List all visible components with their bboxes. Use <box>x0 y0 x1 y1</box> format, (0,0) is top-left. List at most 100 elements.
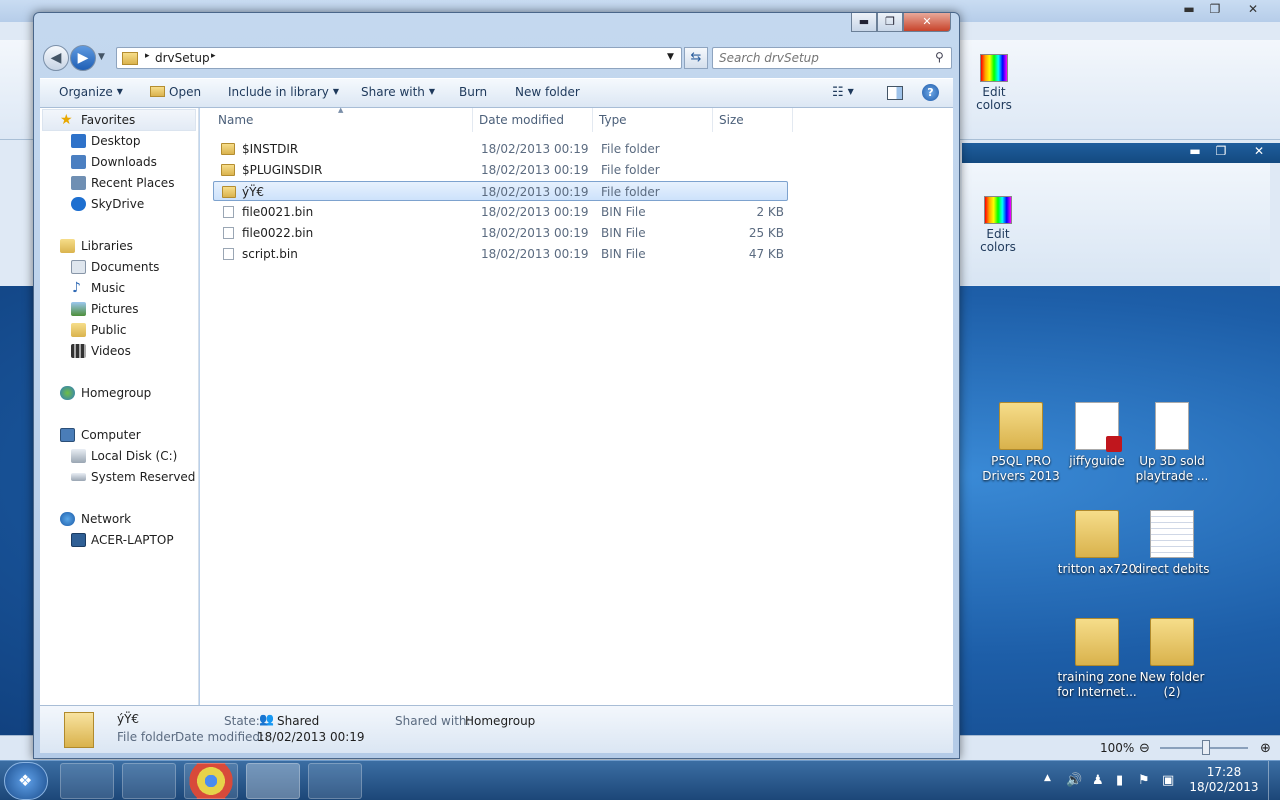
paint-maximize-button[interactable]: ❐ <box>1204 2 1226 18</box>
nav-pictures[interactable]: Pictures <box>40 299 198 319</box>
address-bar[interactable]: ▸ drvSetup ▸ ▼ <box>116 47 682 69</box>
file-row[interactable]: file0022.bin 18/02/2013 00:19 BIN File 2… <box>213 223 788 243</box>
paint-close-button[interactable]: ✕ <box>1242 2 1264 18</box>
chevron-down-icon: ▼ <box>847 87 854 96</box>
start-button[interactable]: ❖ <box>4 762 48 800</box>
clock[interactable]: 17:28 18/02/2013 <box>1186 765 1262 795</box>
file-list: Name ▲ Date modified Type Size $INSTDIR … <box>200 106 953 705</box>
organize-button[interactable]: Organize ▼ <box>59 85 123 99</box>
file-row[interactable]: $PLUGINSDIR 18/02/2013 00:19 File folder <box>213 160 788 180</box>
column-header-type[interactable]: Type <box>593 108 713 132</box>
desktop-icon[interactable]: New folder (2) <box>1132 618 1212 700</box>
pdf-icon <box>1075 402 1122 452</box>
breadcrumb-separator[interactable]: ▸ <box>211 51 216 61</box>
action-center-flag-icon[interactable]: ⚑ <box>1138 773 1150 788</box>
search-box[interactable]: ⚲ <box>712 47 952 69</box>
power-icon[interactable]: ▣ <box>1162 773 1174 788</box>
zoom-out-button[interactable]: ⊖ <box>1139 741 1150 756</box>
desktop-icon[interactable]: Up 3D sold playtrade ... <box>1132 402 1212 484</box>
zoom-in-button[interactable]: ⊕ <box>1260 741 1271 756</box>
new-folder-button[interactable]: New folder <box>515 85 580 99</box>
folder-icon <box>1075 618 1119 666</box>
nav-downloads[interactable]: Downloads <box>40 152 198 172</box>
zoom-slider-thumb[interactable] <box>1202 740 1210 755</box>
folder-icon <box>221 164 235 176</box>
address-dropdown[interactable]: ▼ <box>667 52 674 62</box>
desktop-icon[interactable]: training zone for Internet... <box>1057 618 1137 700</box>
breadcrumb-separator[interactable]: ▸ <box>145 51 150 61</box>
libraries-icon[interactable] <box>246 763 300 799</box>
desktop-icon[interactable]: tritton ax720 <box>1057 510 1137 577</box>
nav-recent-places[interactable]: Recent Places <box>40 173 198 193</box>
network-signal-icon[interactable]: ▮ <box>1116 773 1123 788</box>
homegroup-icon <box>60 386 75 400</box>
forward-button[interactable]: ▶ <box>70 45 96 71</box>
show-hidden-icons[interactable]: ▲ <box>1044 773 1051 783</box>
nav-music[interactable]: ♪ Music <box>40 278 198 298</box>
paint2-maximize-button[interactable]: ❐ <box>1210 144 1232 160</box>
back-button[interactable]: ◀ <box>43 45 69 71</box>
volume-icon[interactable]: 🔊 <box>1066 773 1082 788</box>
nav-documents[interactable]: Documents <box>40 257 198 277</box>
show-desktop-button[interactable] <box>1268 761 1280 800</box>
maximize-button[interactable]: ❐ <box>877 13 903 32</box>
file-row[interactable]: $INSTDIR 18/02/2013 00:19 File folder <box>213 139 788 159</box>
nav-desktop[interactable]: Desktop <box>40 131 198 151</box>
desktop-icon[interactable]: P5QL PRO Drivers 2013 <box>981 402 1061 484</box>
videos-icon <box>71 344 86 358</box>
nav-favorites[interactable]: ★ Favorites <box>40 110 198 130</box>
paint2-close-button[interactable]: ✕ <box>1248 144 1270 160</box>
edit-colors-button-2[interactable]: Edit colors <box>970 196 1026 268</box>
desktop-icon <box>71 134 86 148</box>
explorer-icon[interactable] <box>122 763 176 799</box>
edit-colors-button[interactable]: Edit colors <box>966 54 1022 126</box>
documents-icon <box>71 260 86 274</box>
libraries-icon <box>60 239 75 253</box>
search-icon[interactable]: ⚲ <box>935 50 944 64</box>
nav-libraries[interactable]: Libraries <box>40 236 198 256</box>
nav-computer[interactable]: Computer <box>40 425 198 445</box>
nav-skydrive[interactable]: SkyDrive <box>40 194 198 214</box>
recent-pages-dropdown[interactable]: ▼ <box>98 52 105 62</box>
search-input[interactable] <box>719 49 929 67</box>
close-button[interactable]: ✕ <box>903 13 951 32</box>
drive-icon <box>71 473 86 481</box>
chevron-down-icon: ▼ <box>332 87 340 96</box>
pictures-icon <box>71 302 86 316</box>
desktop-icon[interactable]: direct debits <box>1132 510 1212 577</box>
nav-homegroup[interactable]: Homegroup <box>40 383 198 403</box>
media-player-icon[interactable] <box>60 763 114 799</box>
nav-network[interactable]: Network <box>40 509 198 529</box>
nav-acer-laptop[interactable]: ACER-LAPTOP <box>40 530 198 550</box>
details-shared-value: Homegroup <box>465 714 536 728</box>
chrome-icon[interactable] <box>184 763 238 799</box>
column-header-date[interactable]: Date modified <box>473 108 593 132</box>
clock-date: 18/02/2013 <box>1189 780 1259 794</box>
view-options-icon[interactable]: ☷ ▼ <box>832 85 854 100</box>
share-with-button[interactable]: Share with ▼ <box>361 85 435 99</box>
column-header-size[interactable]: Size <box>713 108 793 132</box>
user-icon[interactable]: ♟ <box>1092 773 1104 788</box>
breadcrumb-drvsetup[interactable]: drvSetup <box>155 51 210 65</box>
paint2-minimize-button[interactable]: ▬ <box>1184 144 1206 160</box>
nav-videos[interactable]: Videos <box>40 341 198 361</box>
nav-local-disk[interactable]: Local Disk (C:) <box>40 446 198 466</box>
include-in-library-button[interactable]: Include in library ▼ <box>228 85 339 99</box>
desktop-icon[interactable]: jiffyguide <box>1057 402 1137 469</box>
file-row-selected[interactable]: ýŸ€ 18/02/2013 00:19 File folder <box>213 181 788 201</box>
refresh-button[interactable]: ⇆ <box>684 47 708 69</box>
nav-system-reserved[interactable]: System Reserved (E:) <box>40 467 198 487</box>
burn-button[interactable]: Burn <box>459 85 487 99</box>
preview-pane-icon[interactable] <box>887 86 903 100</box>
minimize-button[interactable]: ▬ <box>851 13 877 32</box>
file-row[interactable]: file0021.bin 18/02/2013 00:19 BIN File 2… <box>213 202 788 222</box>
folder-icon <box>1075 510 1119 558</box>
explorer-window: ▬ ❐ ✕ ◀ ▶ ▼ ▸ drvSetup ▸ ▼ ⇆ ⚲ Organize▼… <box>33 12 960 759</box>
paint-minimize-button[interactable]: ▬ <box>1178 2 1200 18</box>
music-icon: ♪ <box>72 280 81 296</box>
nav-public[interactable]: Public <box>40 320 198 340</box>
paint-icon[interactable] <box>308 763 362 799</box>
file-row[interactable]: script.bin 18/02/2013 00:19 BIN File 47 … <box>213 244 788 264</box>
open-button[interactable]: Open <box>150 85 201 99</box>
help-icon[interactable]: ? <box>922 84 939 101</box>
